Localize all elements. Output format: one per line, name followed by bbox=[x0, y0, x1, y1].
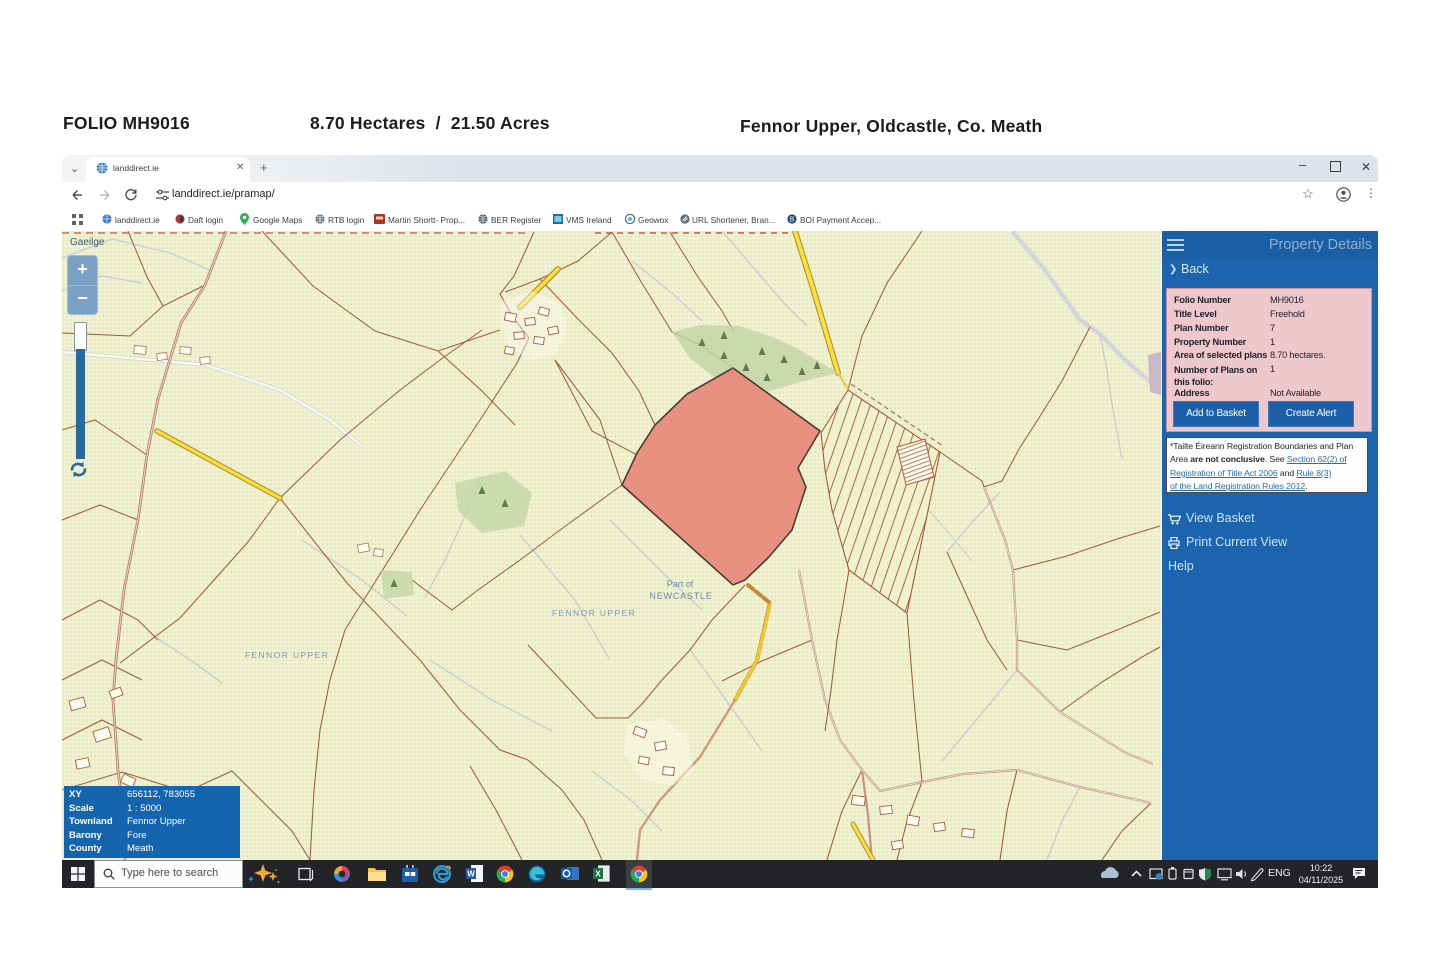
svg-text:NEWCASTLE: NEWCASTLE bbox=[649, 591, 712, 601]
svg-text:B: B bbox=[790, 217, 795, 224]
svg-text:W: W bbox=[467, 870, 475, 879]
svg-text:Part of: Part of bbox=[667, 579, 694, 589]
svg-text:FENNOR UPPER: FENNOR UPPER bbox=[245, 650, 329, 660]
svg-text:X: X bbox=[595, 870, 601, 879]
svg-text:FENNOR UPPER: FENNOR UPPER bbox=[552, 608, 636, 618]
